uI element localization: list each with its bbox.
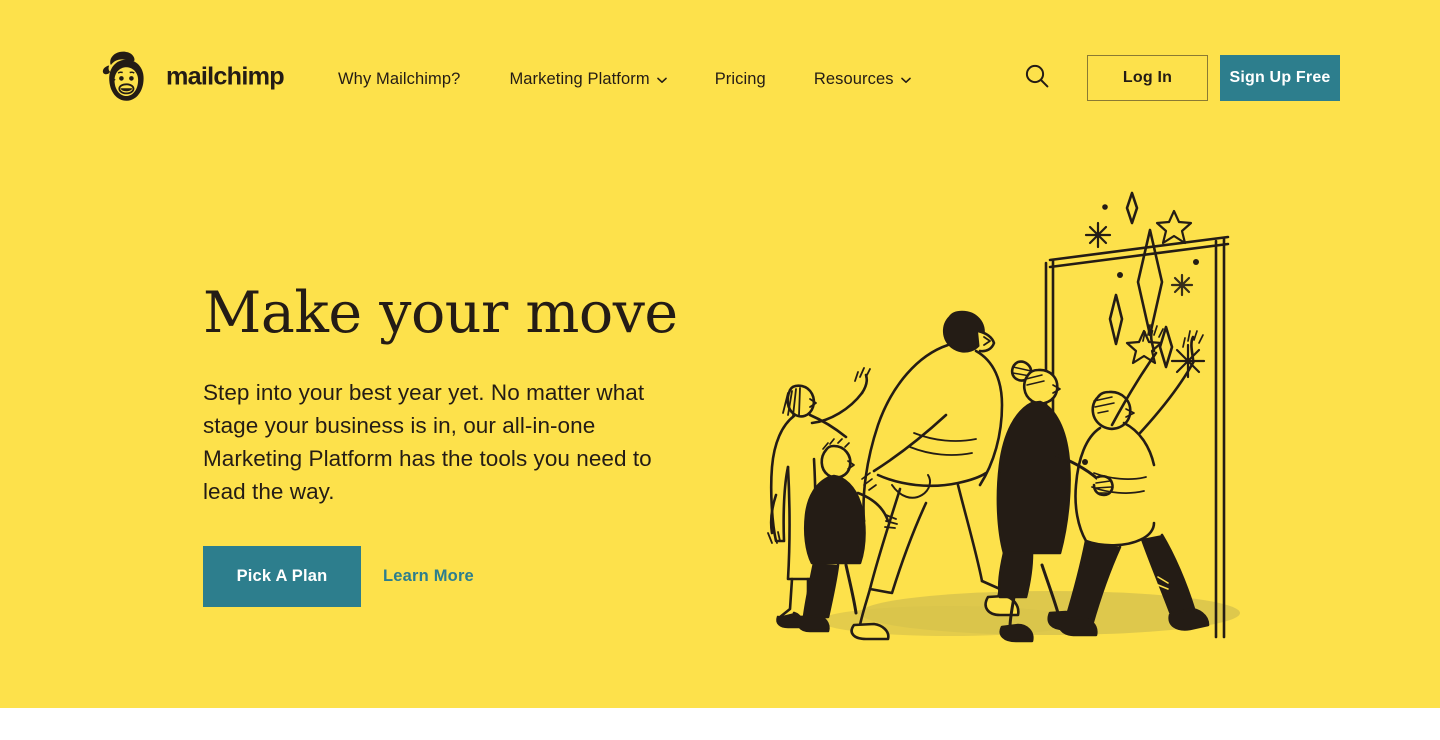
mailchimp-homepage: mailchimp Why Mailchimp? Marketing Platf… xyxy=(0,0,1440,740)
mailchimp-freddie-icon xyxy=(100,50,152,104)
pick-a-plan-button[interactable]: Pick A Plan xyxy=(203,546,361,607)
sign-up-free-label: Sign Up Free xyxy=(1229,69,1331,86)
nav-item-resources[interactable]: Resources xyxy=(814,66,911,92)
svg-text:mailchimp: mailchimp xyxy=(166,63,284,90)
log-in-label: Log In xyxy=(1122,69,1173,86)
primary-navigation: Why Mailchimp? Marketing Platform Pricin… xyxy=(338,66,911,92)
nav-item-pricing[interactable]: Pricing xyxy=(715,66,766,92)
log-in-button[interactable]: Log In xyxy=(1087,55,1208,101)
nav-item-label: Why Mailchimp? xyxy=(338,70,461,88)
pick-a-plan-label: Pick A Plan xyxy=(236,567,328,585)
search-button[interactable] xyxy=(1021,61,1053,93)
nav-item-why-mailchimp[interactable]: Why Mailchimp? xyxy=(338,66,460,92)
learn-more-link[interactable]: Learn More xyxy=(383,567,474,586)
mailchimp-logo[interactable]: mailchimp xyxy=(100,50,340,104)
mailchimp-wordmark: mailchimp xyxy=(160,62,340,91)
nav-item-label: Resources xyxy=(813,70,894,88)
hero-subtitle: Step into your best year yet. No matter … xyxy=(203,380,652,504)
hero-cta-group: Pick A Plan Learn More xyxy=(203,546,723,607)
learn-more-label: Learn More xyxy=(383,567,474,585)
below-fold-section xyxy=(0,708,1440,740)
page-title: Make your move xyxy=(203,280,678,346)
search-icon xyxy=(1024,63,1050,92)
site-header: mailchimp Why Mailchimp? Marketing Platf… xyxy=(0,0,1440,152)
hero-illustration xyxy=(750,185,1250,665)
nav-item-marketing-platform[interactable]: Marketing Platform xyxy=(509,66,667,92)
sign-up-free-button[interactable]: Sign Up Free xyxy=(1220,55,1340,101)
chevron-down-icon xyxy=(656,77,667,84)
people-walking-through-doorway-toward-stars-icon xyxy=(767,191,1240,643)
hero-content: Make your move Step into your best year … xyxy=(203,282,723,607)
nav-item-label: Marketing Platform xyxy=(509,70,650,88)
chevron-down-icon xyxy=(900,77,911,84)
nav-item-label: Pricing xyxy=(714,70,766,88)
